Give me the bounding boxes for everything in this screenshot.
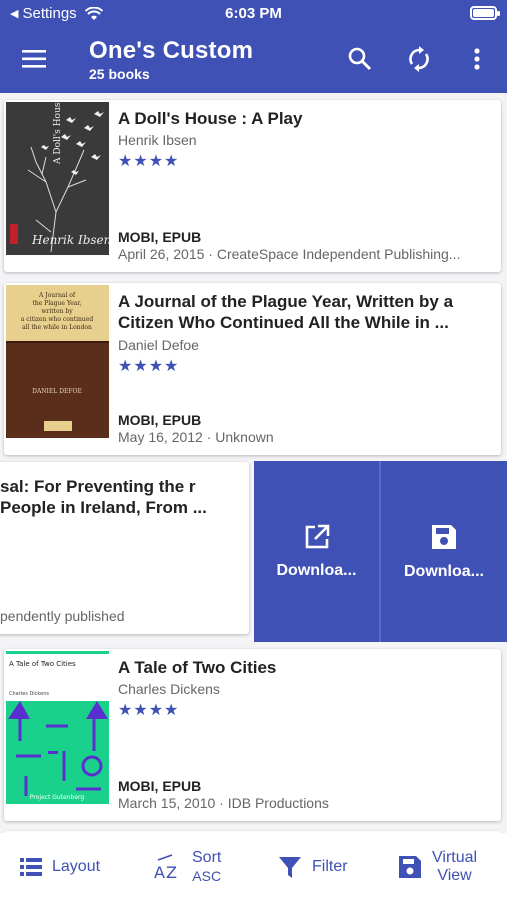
book-count: 25 books bbox=[89, 66, 150, 82]
filter-button[interactable]: Filter bbox=[278, 845, 348, 889]
book-cover: A Doll's House : a play Henrik Ibsen bbox=[6, 102, 109, 255]
svg-text:Z: Z bbox=[166, 863, 177, 880]
book-title-partial: sal: For Preventing the r People in Irel… bbox=[0, 477, 207, 517]
book-meta-partial: pendently published bbox=[0, 608, 125, 624]
list-layout-icon bbox=[20, 858, 42, 876]
sort-label: Sort bbox=[192, 849, 222, 866]
save-icon bbox=[399, 856, 421, 878]
rating-stars: ★★★★ bbox=[118, 702, 180, 719]
layout-label: Layout bbox=[52, 858, 101, 875]
svg-text:the Plague Year,: the Plague Year, bbox=[32, 300, 81, 307]
open-external-action[interactable]: Downloa... bbox=[254, 461, 379, 642]
more-vert-icon[interactable] bbox=[462, 44, 492, 74]
view-label: View bbox=[437, 867, 472, 884]
book-title: A Journal of the Plague Year, Written by… bbox=[118, 292, 454, 332]
status-time: 6:03 PM bbox=[225, 5, 282, 22]
sort-az-icon: A Z bbox=[154, 854, 177, 880]
menu-icon[interactable] bbox=[20, 44, 50, 74]
cover-title: A Tale of Two Cities bbox=[9, 660, 76, 668]
book-cover: A Tale of Two Cities Charles Dickens Pro… bbox=[6, 651, 109, 804]
app-header: ◀ Settings 6:03 PM One's Custom 25 books bbox=[0, 0, 507, 93]
book-formats: MOBI, EPUB bbox=[118, 229, 202, 245]
book-meta: March 15, 2010 · IDB Productions bbox=[118, 795, 329, 811]
cover-author: DANIEL DEFOE bbox=[32, 388, 82, 395]
book-title: A Tale of Two Cities bbox=[118, 658, 277, 677]
cover-publisher: Project Gutenberg bbox=[30, 794, 85, 801]
rating-stars: ★★★★ bbox=[118, 358, 180, 375]
save-icon bbox=[432, 524, 456, 549]
open-external-label: Downloa... bbox=[276, 561, 357, 579]
virtual-label: Virtual bbox=[432, 849, 478, 866]
cover-author: Henrik Ibsen bbox=[31, 233, 109, 247]
search-icon[interactable] bbox=[345, 44, 375, 74]
open-in-new-icon bbox=[305, 524, 329, 548]
download-action[interactable]: Downloa... bbox=[381, 461, 507, 642]
book-cover: A Journal of the Plague Year, written by… bbox=[6, 285, 109, 438]
sort-direction: ASC bbox=[192, 868, 222, 884]
book-list[interactable]: A Doll's House : a play Henrik Ibsen A D… bbox=[0, 93, 507, 833]
book-author: Daniel Defoe bbox=[118, 337, 199, 353]
book-card-swiped[interactable]: sal: For Preventing the r People in Irel… bbox=[0, 462, 249, 634]
book-meta: May 16, 2012 · Unknown bbox=[118, 429, 274, 445]
book-formats: MOBI, EPUB bbox=[118, 778, 202, 794]
svg-text:written by: written by bbox=[41, 308, 73, 315]
book-meta: April 26, 2015 · CreateSpace Independent… bbox=[118, 246, 461, 262]
page-title: One's Custom bbox=[89, 37, 254, 64]
download-label: Downloa... bbox=[404, 562, 484, 580]
book-card-plague-year[interactable]: A Journal of the Plague Year, written by… bbox=[4, 283, 501, 455]
svg-text:A Journal of: A Journal of bbox=[38, 292, 76, 299]
sync-icon[interactable] bbox=[404, 44, 434, 74]
svg-text:a citizen who continued: a citizen who continued bbox=[21, 316, 94, 323]
svg-text:all the while in London: all the while in London bbox=[22, 324, 92, 331]
book-title: A Doll's House : A Play bbox=[118, 109, 303, 128]
rating-stars: ★★★★ bbox=[118, 153, 180, 170]
battery-icon bbox=[470, 6, 500, 20]
cover-author: Charles Dickens bbox=[9, 691, 49, 697]
cover-title: A Doll's House : a play bbox=[53, 102, 63, 165]
layout-button[interactable]: Layout bbox=[20, 845, 100, 889]
filter-icon bbox=[279, 857, 301, 878]
filter-label: Filter bbox=[312, 858, 348, 875]
book-author: Charles Dickens bbox=[118, 681, 220, 697]
sort-button[interactable]: A Z Sort ASC bbox=[154, 845, 221, 889]
virtual-view-button[interactable]: Virtual View bbox=[398, 845, 477, 889]
bottom-toolbar: Layout A Z Sort ASC Filter Virtual View bbox=[0, 833, 507, 900]
status-bar: ◀ Settings 6:03 PM bbox=[0, 0, 507, 28]
book-card-dolls-house[interactable]: A Doll's House : a play Henrik Ibsen A D… bbox=[4, 100, 501, 272]
book-formats: MOBI, EPUB bbox=[118, 412, 202, 428]
book-card-tale-two-cities[interactable]: A Tale of Two Cities Charles Dickens Pro… bbox=[4, 649, 501, 821]
book-author: Henrik Ibsen bbox=[118, 132, 197, 148]
svg-text:A: A bbox=[154, 863, 165, 880]
